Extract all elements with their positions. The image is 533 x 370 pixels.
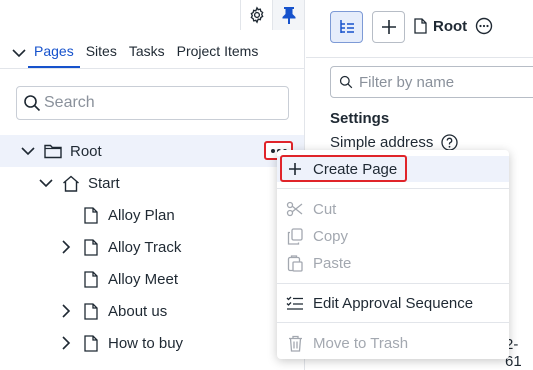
content-header: Root: [306, 0, 533, 58]
tree-node-label: Start: [88, 174, 120, 192]
menu-item-label: Create Page: [313, 160, 398, 178]
plus-icon: [381, 20, 396, 34]
menu-item-cut[interactable]: Cut: [277, 196, 509, 222]
tree-node-label: Alloy Plan: [108, 206, 175, 224]
menu-item-label: Cut: [313, 200, 337, 218]
partial-value-text: 2-61: [505, 336, 522, 370]
menu-item-paste[interactable]: Paste: [277, 250, 509, 276]
chevron-right-icon[interactable]: [58, 303, 74, 319]
page-icon: [82, 206, 100, 224]
chevron-down-icon: [12, 49, 26, 58]
page-icon: [414, 18, 427, 34]
copy-icon: [285, 226, 305, 246]
search-input[interactable]: [44, 94, 274, 112]
gear-icon: [250, 6, 263, 24]
menu-item-label: Paste: [313, 254, 352, 272]
scissors-icon: [285, 199, 305, 219]
tree-node-alloy-meet[interactable]: Alloy Meet: [0, 263, 304, 295]
tree-node-label: Alloy Meet: [108, 270, 179, 288]
settings-heading: Settings: [330, 110, 390, 127]
simple-address-label: Simple address: [330, 134, 434, 151]
tab-pages[interactable]: Pages: [28, 43, 80, 68]
tree-list-icon: [339, 20, 354, 33]
page-icon: [82, 334, 100, 352]
menu-divider: [277, 322, 509, 323]
menu-divider: [277, 283, 509, 284]
tree-node-label: Alloy Track: [108, 238, 182, 256]
filter-input[interactable]: [359, 73, 533, 91]
plus-icon: [285, 159, 305, 179]
navigation-pane: Pages Sites Tasks Project Items Root: [0, 0, 305, 370]
content-title: Root: [414, 17, 493, 35]
trash-icon: [285, 333, 305, 353]
chevron-down-icon[interactable]: [38, 175, 54, 191]
search-icon: [24, 95, 41, 112]
more-circle-icon[interactable]: [475, 17, 493, 35]
menu-item-copy[interactable]: Copy: [277, 223, 509, 249]
menu-item-label: Move to Trash: [313, 334, 409, 352]
tree-view-button[interactable]: [330, 11, 363, 43]
search-field: [16, 86, 289, 120]
filter-field: [330, 66, 533, 98]
pane-toolbar: [240, 0, 304, 30]
page-icon: [82, 238, 100, 256]
menu-item-label: Edit Approval Sequence: [313, 294, 474, 312]
page-icon: [82, 270, 100, 288]
add-button[interactable]: [372, 11, 405, 43]
tree-node-alloy-plan[interactable]: Alloy Plan: [0, 199, 304, 231]
menu-item-label: Copy: [313, 227, 349, 245]
content-title-text: Root: [433, 17, 468, 35]
tree-node-about-us[interactable]: About us: [0, 295, 304, 327]
chevron-right-icon[interactable]: [58, 239, 74, 255]
tab-bar: Pages Sites Tasks Project Items: [0, 38, 304, 69]
simple-address-row: Simple address: [330, 134, 459, 151]
menu-item-create-page[interactable]: Create Page: [277, 156, 509, 182]
folder-icon: [44, 142, 62, 160]
tree-node-start[interactable]: Start: [0, 167, 304, 199]
chevron-right-icon[interactable]: [58, 335, 74, 351]
list-check-icon: [285, 293, 305, 313]
home-icon: [62, 174, 80, 192]
settings-button[interactable]: [240, 0, 272, 30]
tab-project-items[interactable]: Project Items: [171, 43, 265, 68]
menu-divider: [277, 188, 509, 189]
search-icon: [339, 75, 353, 89]
pin-icon: [282, 7, 295, 24]
tree-node-label: How to buy: [108, 334, 184, 352]
context-menu: Create Page Cut Copy Paste Edit Approval…: [277, 150, 509, 359]
paste-icon: [285, 253, 305, 273]
tabs-collapse-toggle[interactable]: [0, 38, 28, 68]
tree-node-alloy-track[interactable]: Alloy Track: [0, 231, 304, 263]
tree-node-root[interactable]: Root: [0, 135, 304, 167]
help-icon[interactable]: [441, 134, 459, 151]
tab-tasks[interactable]: Tasks: [123, 43, 171, 68]
menu-item-edit-approval-sequence[interactable]: Edit Approval Sequence: [277, 290, 509, 316]
chevron-down-icon[interactable]: [20, 143, 36, 159]
page-icon: [82, 302, 100, 320]
menu-item-move-to-trash[interactable]: Move to Trash: [277, 330, 509, 356]
tree-node-label: Root: [70, 142, 102, 160]
tree-node-how-to-buy[interactable]: How to buy: [0, 327, 304, 359]
pin-button[interactable]: [272, 0, 304, 30]
tree-node-label: About us: [108, 302, 168, 320]
page-tree: Root Start Alloy Plan Alloy Track Alloy …: [0, 135, 304, 359]
tab-sites[interactable]: Sites: [80, 43, 123, 68]
